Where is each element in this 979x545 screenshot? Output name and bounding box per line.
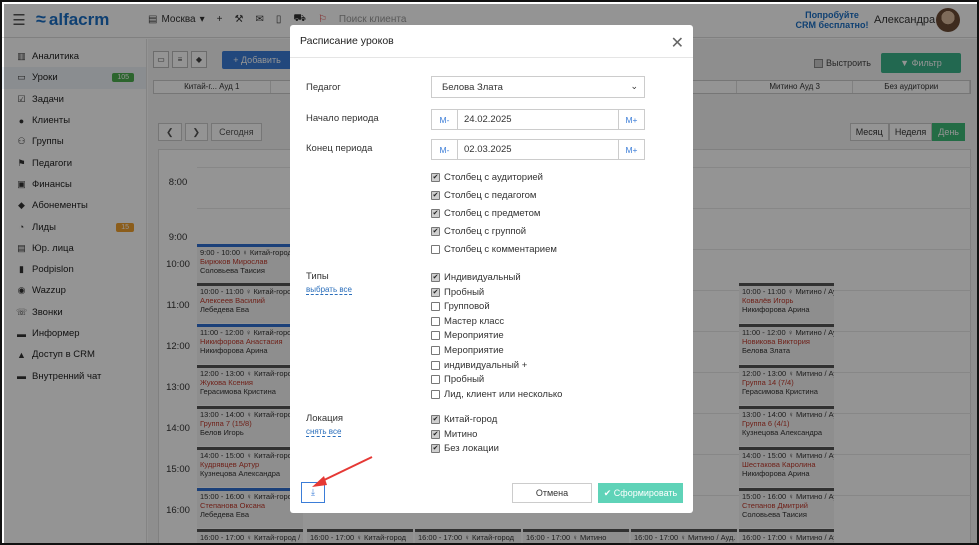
app-window: ☰ ≈ alfacrm ▤ Москва ▾ + ⚒ ✉ ▯ ⛟ ⚐ Поиск кл…	[0, 0, 979, 545]
checkbox-label: Столбец с предметом	[444, 208, 541, 219]
checkbox-typegroup-3[interactable]: Мастер класс	[431, 316, 504, 327]
checked-checkbox-icon[interactable]: ✔	[431, 173, 440, 182]
modal-title: Расписание уроков	[290, 25, 693, 58]
checkbox-colgroup-2[interactable]: ✔ Столбец с предметом	[431, 208, 540, 219]
checkbox-label: Индивидуальный	[444, 272, 521, 283]
checkbox-label: Столбец с комментарием	[444, 244, 557, 255]
checked-checkbox-icon[interactable]: ✔	[431, 429, 440, 439]
checkbox-locgroup-0[interactable]: ✔ Китай-город	[431, 414, 497, 425]
checkbox-label: Мероприятие	[444, 330, 504, 342]
clear-all-link[interactable]: снять все	[306, 427, 342, 437]
checked-checkbox-icon[interactable]: ✔	[431, 227, 440, 236]
end-date-input[interactable]: 02.03.2025	[457, 140, 619, 159]
start-minus-month-button[interactable]: M-	[432, 110, 457, 129]
checkbox-colgroup-1[interactable]: ✔ Столбец с педагогом	[431, 190, 536, 201]
empty-checkbox-icon[interactable]	[431, 316, 440, 326]
checked-checkbox-icon[interactable]: ✔	[431, 287, 440, 297]
checkbox-typegroup-7[interactable]: Пробный	[431, 374, 484, 385]
checked-checkbox-icon[interactable]: ✔	[431, 273, 440, 282]
start-period-label: Начало периода	[306, 113, 379, 124]
checkbox-typegroup-5[interactable]: Мероприятие	[431, 345, 504, 356]
checkbox-typegroup-1[interactable]: ✔ Пробный	[431, 287, 484, 298]
checkbox-label: Пробный	[444, 286, 485, 298]
checkbox-label: Столбец с педагогом	[444, 190, 537, 201]
checkbox-label: Столбец с аудиторией	[444, 172, 543, 183]
annotation-arrow	[312, 456, 373, 487]
checkbox-label: Мастер класс	[444, 315, 505, 327]
checkbox-typegroup-0[interactable]: ✔ Индивидуальный	[431, 272, 521, 283]
select-all-link[interactable]: выбрать все	[306, 285, 352, 295]
checkbox-label: Китай-город	[444, 414, 498, 425]
empty-checkbox-icon[interactable]	[431, 331, 440, 341]
types-label: Типы	[306, 271, 329, 282]
checkbox-label: Лид, клиент или несколько	[444, 388, 563, 400]
checkbox-label: Пробный	[444, 374, 485, 386]
checkbox-typegroup-2[interactable]: Групповой	[431, 301, 490, 312]
checked-checkbox-icon[interactable]: ✔	[431, 191, 440, 200]
chevron-down-icon: ⌄	[630, 81, 638, 91]
checkbox-label: Столбец с группой	[444, 226, 527, 237]
checked-checkbox-icon[interactable]: ✔	[431, 209, 440, 218]
checkbox-typegroup-6[interactable]: индивидуальный +	[431, 360, 527, 371]
generate-button[interactable]: ✔ Сформировать	[598, 483, 683, 503]
schedule-modal: Расписание уроков ✕ Педагог Белова Злата…	[290, 25, 693, 513]
empty-checkbox-icon[interactable]	[431, 346, 440, 355]
cancel-button[interactable]: Отмена	[512, 483, 592, 503]
checkbox-label: Мероприятие	[444, 345, 504, 356]
checkbox-typegroup-8[interactable]: Лид, клиент или несколько	[431, 389, 562, 400]
location-label: Локация	[306, 413, 344, 424]
empty-checkbox-icon[interactable]	[431, 389, 440, 399]
empty-checkbox-icon[interactable]	[431, 245, 440, 254]
end-minus-month-button[interactable]: M-	[432, 140, 457, 159]
empty-checkbox-icon[interactable]	[431, 360, 440, 370]
checkbox-label: индивидуальный +	[444, 359, 528, 371]
checkbox-typegroup-4[interactable]: Мероприятие	[431, 330, 504, 341]
checkbox-locgroup-1[interactable]: ✔ Митино	[431, 429, 477, 440]
empty-checkbox-icon[interactable]	[431, 375, 440, 385]
teacher-select[interactable]: Белова Злата ⌄	[431, 76, 645, 98]
checkbox-colgroup-0[interactable]: ✔ Столбец с аудиторией	[431, 172, 543, 183]
teacher-label: Педагог	[306, 82, 341, 93]
start-period-field: M- 24.02.2025 M+	[431, 109, 645, 130]
checked-checkbox-icon[interactable]: ✔	[431, 415, 440, 424]
end-plus-month-button[interactable]: M+	[619, 140, 644, 159]
checkbox-colgroup-4[interactable]: Столбец с комментарием	[431, 244, 557, 255]
checkbox-colgroup-3[interactable]: ✔ Столбец с группой	[431, 226, 526, 237]
checkbox-locgroup-2[interactable]: ✔ Без локации	[431, 443, 499, 454]
checkbox-label: Без локации	[444, 443, 499, 455]
end-period-label: Конец периода	[306, 143, 373, 154]
start-date-input[interactable]: 24.02.2025	[457, 110, 619, 129]
checkbox-label: Митино	[444, 428, 478, 440]
checked-checkbox-icon[interactable]: ✔	[431, 444, 440, 454]
checkbox-label: Групповой	[444, 301, 490, 313]
start-plus-month-button[interactable]: M+	[619, 110, 644, 129]
empty-checkbox-icon[interactable]	[431, 302, 440, 312]
end-period-field: M- 02.03.2025 M+	[431, 139, 645, 160]
close-icon[interactable]: ✕	[671, 33, 684, 53]
